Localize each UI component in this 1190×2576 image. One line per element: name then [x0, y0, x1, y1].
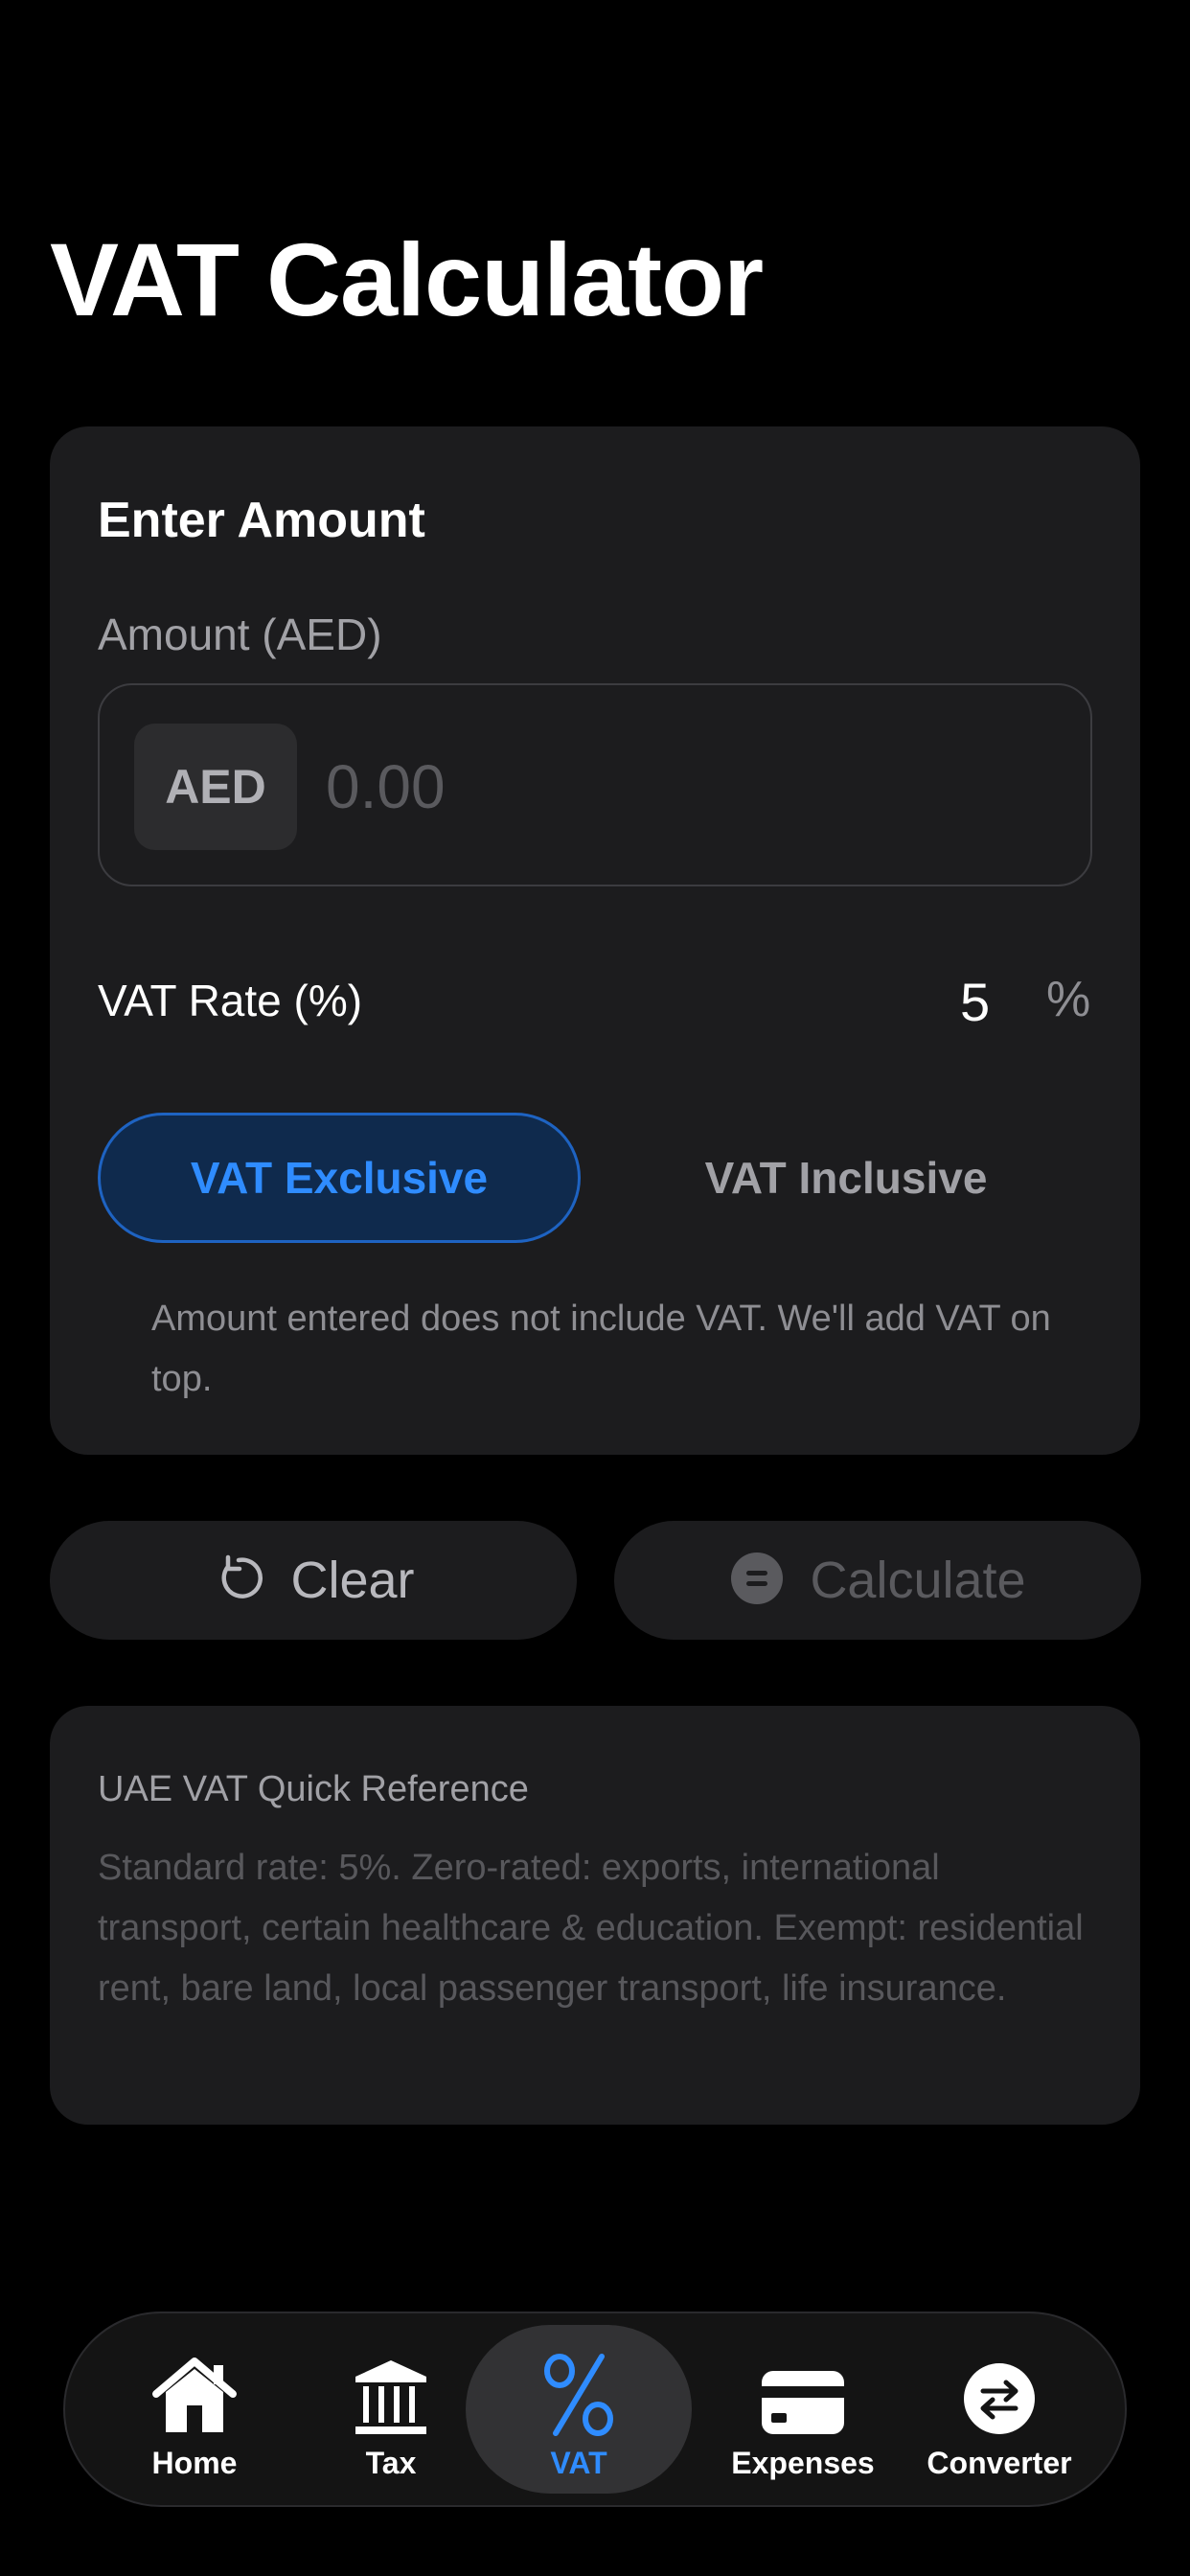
tab-expenses-label: Expenses — [731, 2446, 875, 2480]
tab-tax[interactable]: Tax — [343, 2313, 439, 2505]
home-icon — [150, 2331, 239, 2436]
vat-rate-unit: % — [1046, 972, 1091, 1027]
tab-vat-label: VAT — [550, 2446, 607, 2480]
calculate-button-label: Calculate — [810, 1552, 1026, 1609]
reference-card: UAE VAT Quick Reference Standard rate: 5… — [50, 1706, 1140, 2125]
tab-expenses[interactable]: Expenses — [698, 2313, 908, 2505]
equals-icon — [729, 1551, 785, 1611]
card-icon — [760, 2331, 846, 2436]
section-heading: Enter Amount — [98, 493, 425, 548]
clear-button-label: Clear — [290, 1552, 415, 1609]
amount-field-label: Amount (AED) — [98, 610, 382, 659]
amount-input[interactable] — [326, 724, 1054, 850]
mode-description: Amount entered does not include VAT. We'… — [151, 1299, 1051, 1399]
tab-home-label: Home — [151, 2446, 238, 2480]
calculate-button[interactable]: Calculate — [614, 1521, 1141, 1640]
bank-icon — [352, 2331, 430, 2436]
amount-input-container[interactable]: AED — [98, 683, 1092, 886]
percent-icon — [540, 2331, 617, 2436]
reset-icon — [212, 1552, 265, 1610]
vat-inclusive-toggle[interactable]: VAT Inclusive — [602, 1113, 1090, 1243]
tab-home[interactable]: Home — [132, 2313, 257, 2505]
tab-converter[interactable]: Converter — [908, 2313, 1090, 2505]
tab-vat[interactable]: VAT — [512, 2313, 646, 2505]
reference-body: Standard rate: 5%. Zero-rated: exports, … — [98, 1848, 1084, 2009]
vat-exclusive-toggle[interactable]: VAT Exclusive — [98, 1113, 581, 1243]
tab-converter-label: Converter — [927, 2446, 1072, 2480]
tab-bar: Home Tax VAT Expenses Converter — [63, 2312, 1127, 2507]
clear-button[interactable]: Clear — [50, 1521, 577, 1640]
tab-tax-label: Tax — [365, 2446, 417, 2480]
currency-badge: AED — [134, 724, 297, 850]
vat-rate-input[interactable]: 5 — [960, 971, 990, 1033]
arrows-icon — [962, 2331, 1037, 2436]
page-title: VAT Calculator — [50, 221, 764, 337]
amount-card: Enter Amount Amount (AED) AED VAT Rate (… — [50, 426, 1140, 1455]
reference-title: UAE VAT Quick Reference — [98, 1769, 529, 1809]
vat-rate-label: VAT Rate (%) — [98, 976, 363, 1025]
